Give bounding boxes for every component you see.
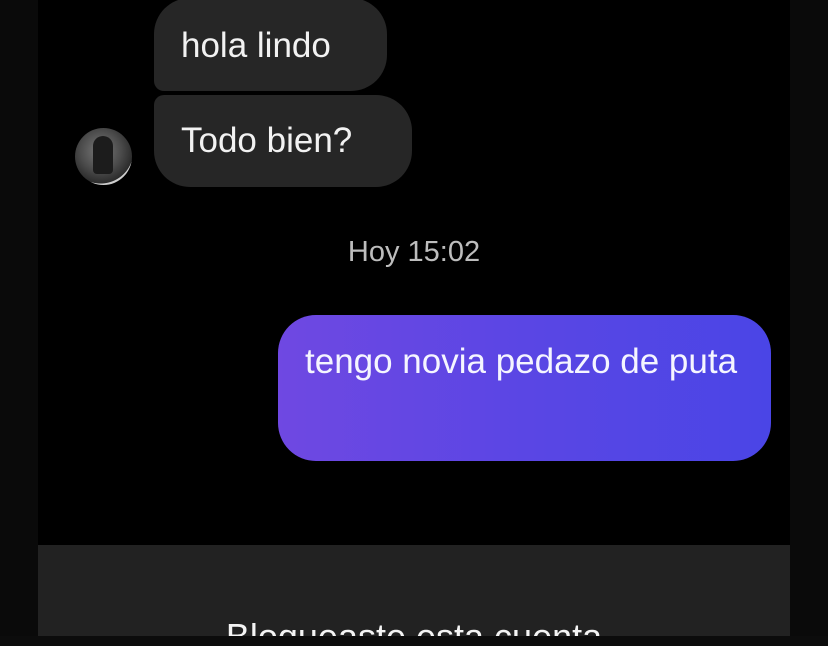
outgoing-message-bubble[interactable]: tengo novia pedazo de puta — [278, 315, 771, 461]
screenshot-frame: hola lindo Todo bien? Hoy 15:02 tengo no… — [0, 0, 828, 646]
chat-thread[interactable]: hola lindo Todo bien? Hoy 15:02 tengo no… — [38, 0, 790, 545]
incoming-message-bubble[interactable]: hola lindo — [154, 0, 387, 91]
right-edge — [789, 0, 828, 646]
avatar-figure-icon — [93, 136, 113, 174]
message-text: Todo bien? — [181, 121, 353, 160]
blocked-account-banner: Bloqueaste esta cuenta — [38, 545, 790, 646]
bottom-edge — [0, 636, 828, 646]
incoming-message-bubble[interactable]: Todo bien? — [154, 95, 412, 187]
message-text: hola lindo — [181, 26, 331, 65]
contact-avatar[interactable] — [75, 128, 132, 185]
message-timestamp: Hoy 15:02 — [347, 236, 481, 268]
message-text: tengo novia pedazo de puta — [305, 342, 738, 381]
left-edge — [0, 0, 39, 646]
